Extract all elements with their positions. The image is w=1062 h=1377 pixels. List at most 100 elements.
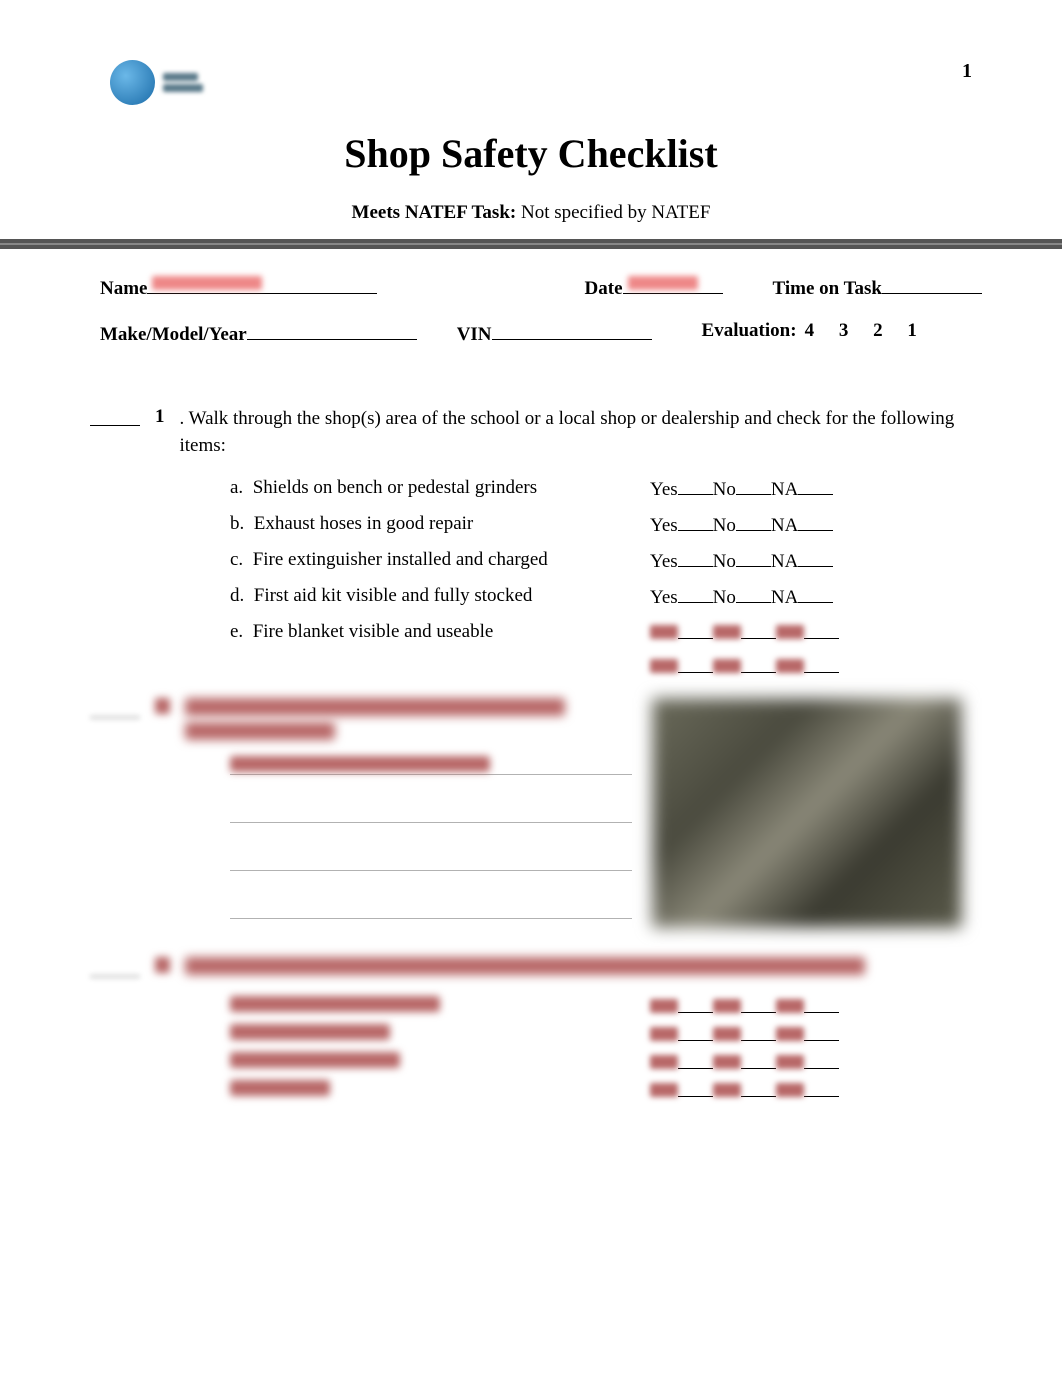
page-title: Shop Safety Checklist	[80, 130, 982, 177]
divider-bar	[0, 239, 1062, 249]
blurred-text	[185, 722, 335, 740]
q3-check-blank[interactable]	[90, 957, 140, 977]
q1d-na[interactable]	[798, 585, 833, 603]
q1d-label: d. First aid kit visible and fully stock…	[230, 585, 650, 609]
name-input-line[interactable]	[147, 274, 377, 294]
vin-label: VIN	[457, 324, 492, 346]
eval-values[interactable]: 4 3 2 1	[805, 320, 927, 342]
q1a-yes[interactable]	[678, 477, 713, 495]
q1e-no[interactable]	[741, 621, 776, 639]
blurred-text	[713, 1083, 741, 1097]
q1d-options: Yes No NA	[650, 585, 833, 609]
q1b-options: Yes No NA	[650, 513, 833, 537]
q1a-label: a. Shields on bench or pedestal grinders	[230, 477, 650, 501]
date-field: Date	[585, 274, 723, 300]
document-page: 1 Shop Safety Checklist Meets NATEF Task…	[0, 0, 1062, 1147]
mmy-input-line[interactable]	[247, 320, 417, 340]
q1f-label-blurred	[230, 655, 650, 673]
q1b-no[interactable]	[736, 513, 771, 531]
blurred-text	[713, 1055, 741, 1069]
q1-item-d: d. First aid kit visible and fully stock…	[230, 585, 962, 609]
blurred-text	[230, 756, 490, 772]
blurred-text	[713, 1027, 741, 1041]
q2-check-blank[interactable]	[90, 698, 140, 718]
q1c-no[interactable]	[736, 549, 771, 567]
q1-item-c: c. Fire extinguisher installed and charg…	[230, 549, 962, 573]
mmy-label: Make/Model/Year	[100, 324, 247, 346]
logo-circle-icon	[110, 60, 155, 105]
date-label: Date	[585, 278, 623, 300]
na-label: NA	[771, 479, 798, 501]
blurred-text	[650, 659, 678, 673]
q1a-na[interactable]	[798, 477, 833, 495]
time-field: Time on Task	[773, 274, 982, 300]
q1d-yes[interactable]	[678, 585, 713, 603]
vin-input-line[interactable]	[492, 320, 652, 340]
q1-item-e: e. Fire blanket visible and useable	[230, 621, 962, 643]
blurred-text	[713, 659, 741, 673]
subtitle: Meets NATEF Task: Not specified by NATEF	[80, 202, 982, 224]
q2-row	[90, 698, 632, 740]
vin-field: VIN	[457, 320, 652, 346]
q3-sub-items	[230, 995, 962, 1097]
blurred-text	[230, 996, 440, 1012]
q1e-label: e. Fire blanket visible and useable	[230, 621, 650, 643]
q1c-options: Yes No NA	[650, 549, 833, 573]
q1-sub-items: a. Shields on bench or pedestal grinders…	[230, 477, 962, 673]
content: 1 . Walk through the shop(s) area of the…	[80, 366, 982, 1097]
q1d-no[interactable]	[736, 585, 771, 603]
q1c-na[interactable]	[798, 549, 833, 567]
q2-answer-line-3[interactable]	[230, 851, 632, 871]
question-3-blurred	[90, 957, 962, 1097]
q2-answer-line-2[interactable]	[230, 803, 632, 823]
blurred-text	[776, 999, 804, 1013]
blurred-text	[776, 1027, 804, 1041]
blurred-text	[650, 625, 678, 639]
eval-label: Evaluation:	[702, 320, 797, 342]
form-row-1: Name Date Time on Task	[80, 274, 982, 300]
name-field: Name	[100, 274, 377, 300]
blurred-text	[776, 1083, 804, 1097]
q1c-yes[interactable]	[678, 549, 713, 567]
q2-answer-line-4[interactable]	[230, 899, 632, 919]
q3-item-c-blurred	[230, 1051, 962, 1069]
blurred-text	[650, 1083, 678, 1097]
subtitle-rest: Not specified by NATEF	[516, 202, 710, 223]
q1-number: 1	[155, 406, 165, 459]
q3-item-a-blurred	[230, 995, 962, 1013]
q1-text: . Walk through the shop(s) area of the s…	[180, 406, 963, 459]
date-input-line[interactable]	[623, 274, 723, 294]
q1a-no[interactable]	[736, 477, 771, 495]
q1c-label: c. Fire extinguisher installed and charg…	[230, 549, 650, 573]
q1f-options-blurred	[650, 655, 839, 673]
blurred-text	[776, 1055, 804, 1069]
q1-check-blank[interactable]	[90, 406, 140, 426]
q1a-options: Yes No NA	[650, 477, 833, 501]
q3-row	[90, 957, 962, 977]
question-2-blurred	[90, 698, 962, 947]
page-number: 1	[962, 60, 972, 83]
logo	[110, 55, 220, 110]
blurred-text	[185, 698, 565, 716]
q1b-na[interactable]	[798, 513, 833, 531]
q1e-yes[interactable]	[678, 621, 713, 639]
time-input-line[interactable]	[882, 274, 982, 294]
q1e-na[interactable]	[804, 621, 839, 639]
q3-item-b-blurred	[230, 1023, 962, 1041]
q3-item-d-blurred	[230, 1079, 962, 1097]
name-redacted	[152, 276, 262, 290]
time-label: Time on Task	[773, 278, 882, 300]
q2-answer-line-1[interactable]	[230, 755, 632, 775]
q1-item-a: a. Shields on bench or pedestal grinders…	[230, 477, 962, 501]
blurred-text	[713, 625, 741, 639]
form-row-2: Make/Model/Year VIN Evaluation: 4 3 2 1	[80, 320, 982, 346]
blurred-text	[713, 999, 741, 1013]
logo-text	[163, 73, 203, 92]
q1b-yes[interactable]	[678, 513, 713, 531]
blurred-text	[230, 1052, 400, 1068]
q1-item-b: b. Exhaust hoses in good repair Yes No N…	[230, 513, 962, 537]
q1-item-f-blurred	[230, 655, 962, 673]
yes-label: Yes	[650, 479, 678, 501]
q1b-label: b. Exhaust hoses in good repair	[230, 513, 650, 537]
question-1: 1 . Walk through the shop(s) area of the…	[90, 406, 962, 459]
